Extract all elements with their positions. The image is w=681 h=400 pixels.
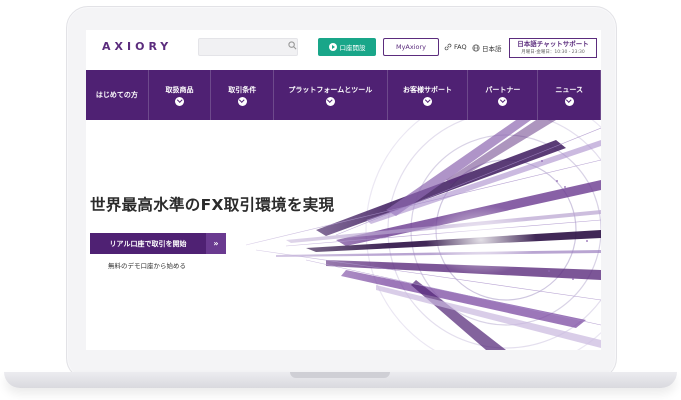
- link-icon: [444, 43, 452, 51]
- open-account-label: 口座開設: [339, 44, 366, 52]
- search-icon[interactable]: [288, 41, 297, 50]
- nav-item-news[interactable]: ニュース: [537, 70, 601, 120]
- double-chevron-right-icon: »: [206, 233, 226, 254]
- demo-account-link[interactable]: 無料のデモ口座から始める: [108, 260, 186, 270]
- nav-item-label: ニュース: [555, 85, 583, 94]
- nav-item-conditions[interactable]: 取引条件: [210, 70, 273, 120]
- chevron-down-icon: [422, 96, 432, 106]
- chevron-down-icon: [325, 96, 335, 106]
- chevron-down-icon: [498, 96, 508, 106]
- chevron-down-icon: [564, 96, 574, 106]
- nav-item-label: はじめての方: [95, 91, 138, 99]
- start-real-account-button[interactable]: リアル口座で取引を開始 »: [90, 233, 226, 254]
- laptop-notch: [290, 372, 390, 378]
- axiory-logo[interactable]: AXIORY: [102, 40, 172, 53]
- globe-icon: [472, 44, 480, 52]
- open-account-button[interactable]: 口座開設: [318, 38, 376, 56]
- nav-item-platforms[interactable]: プラットフォームとツール: [273, 70, 386, 120]
- nav-item-label: お客様サポート: [402, 85, 452, 94]
- nav-item-label: 取引条件: [228, 85, 257, 94]
- language-label: 日本語: [482, 45, 502, 53]
- chevron-down-icon: [237, 96, 247, 106]
- laptop-screen: AXIORY 口座開設 MyAxiory FAQ 日本語 日本語チャットサポート…: [86, 30, 601, 350]
- hero-banner: 世界最高水準のFX取引環境を実現 リアル口座で取引を開始 » 無料のデモ口座から…: [86, 120, 601, 350]
- hero-title: 世界最高水準のFX取引環境を実現: [90, 196, 335, 214]
- language-selector[interactable]: 日本語: [472, 43, 502, 53]
- play-icon: [328, 43, 337, 51]
- main-nav: はじめての方 取扱商品 取引条件 プラットフォームとツール お客様サポート パー…: [86, 70, 601, 120]
- myaxiory-button[interactable]: MyAxiory: [383, 38, 439, 56]
- faq-label: FAQ: [454, 43, 467, 51]
- chevron-down-icon: [175, 96, 185, 106]
- nav-item-products[interactable]: 取扱商品: [147, 70, 211, 120]
- cta-label: リアル口座で取引を開始: [109, 239, 187, 248]
- faq-link[interactable]: FAQ: [444, 43, 467, 51]
- support-hours: 月曜日-金曜日：10:30 - 23:30: [521, 50, 585, 55]
- chat-support-button[interactable]: 日本語チャットサポート 月曜日-金曜日：10:30 - 23:30: [509, 38, 597, 58]
- support-title: 日本語チャットサポート: [517, 40, 589, 48]
- nav-item-beginners[interactable]: はじめての方: [86, 70, 148, 120]
- search-input[interactable]: [198, 38, 298, 56]
- nav-item-partners[interactable]: パートナー: [467, 70, 537, 120]
- nav-item-label: プラットフォームとツール: [288, 85, 373, 94]
- nav-item-support[interactable]: お客様サポート: [386, 70, 468, 120]
- nav-item-label: パートナー: [485, 85, 521, 94]
- nav-item-label: 取扱商品: [165, 85, 194, 94]
